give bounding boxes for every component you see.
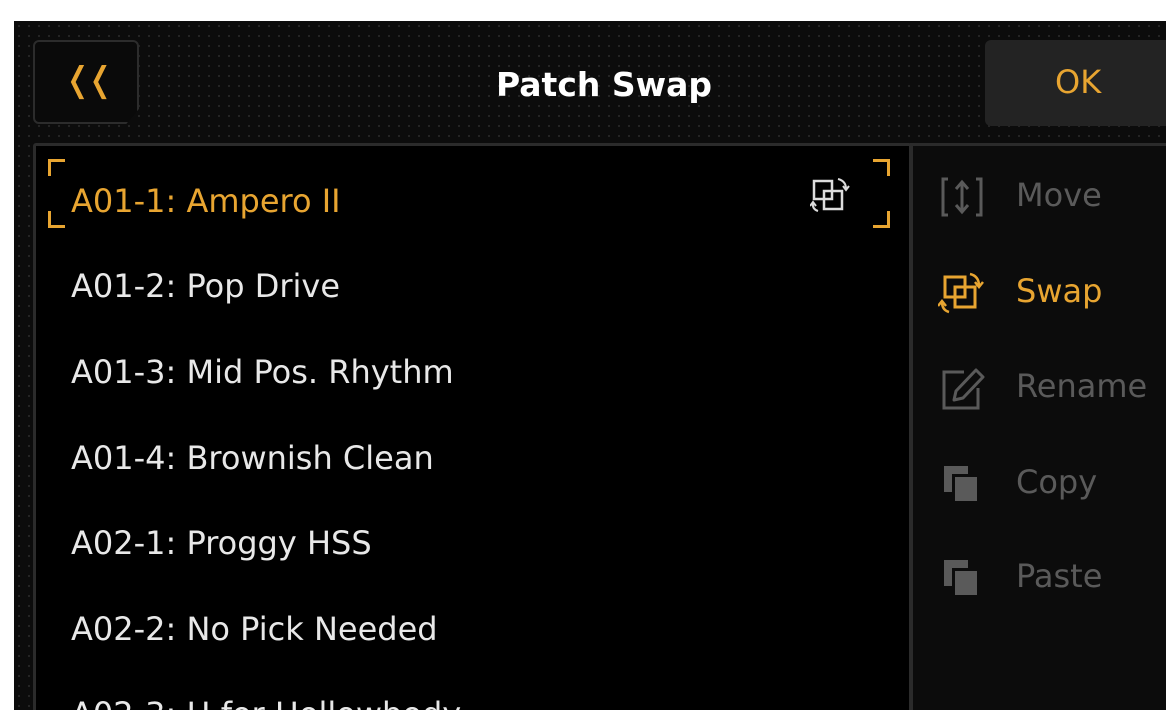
swap-action[interactable]: Swap — [934, 261, 1166, 321]
rename-label: Rename — [1016, 367, 1148, 405]
list-item[interactable]: A01-2: Pop Drive — [71, 258, 340, 314]
selection-corner-bottom-right — [873, 211, 890, 228]
ok-button-label: OK — [1055, 63, 1102, 101]
rename-action[interactable]: Rename — [934, 356, 1166, 416]
ok-button[interactable]: OK — [985, 40, 1166, 126]
paste-icon — [944, 560, 978, 596]
list-item[interactable]: A02-1: Proggy HSS — [71, 515, 372, 571]
page-title: Patch Swap — [495, 65, 713, 104]
double-chevron-left-icon: ❬❬ — [63, 60, 115, 100]
list-item[interactable]: A02-3: H for Hollowbody — [71, 686, 461, 710]
paste-action[interactable]: Paste — [934, 546, 1166, 606]
paste-label: Paste — [1016, 557, 1103, 595]
list-item[interactable]: A02-2: No Pick Needed — [71, 601, 438, 657]
swap-marker-icon — [810, 178, 850, 212]
swap-label: Swap — [1016, 272, 1103, 310]
selection-corner-top-left — [48, 159, 65, 176]
patch-swap-screen: ❬❬ Patch Swap OK A01-1: Ampero II A01-2:… — [14, 21, 1166, 710]
list-item[interactable]: A01-1: Ampero II — [71, 173, 341, 229]
list-item[interactable]: A01-4: Brownish Clean — [71, 430, 434, 486]
move-icon — [941, 177, 983, 217]
action-panel — [910, 143, 1166, 710]
selection-corner-top-right — [873, 159, 890, 176]
list-item[interactable]: A01-3: Mid Pos. Rhythm — [71, 344, 454, 400]
back-button[interactable]: ❬❬ — [33, 40, 139, 124]
move-label: Move — [1016, 176, 1102, 214]
copy-label: Copy — [1016, 463, 1098, 501]
selection-corner-bottom-left — [48, 211, 65, 228]
swap-icon — [938, 272, 984, 314]
copy-icon — [944, 466, 978, 502]
copy-action[interactable]: Copy — [934, 452, 1166, 512]
move-action[interactable]: Move — [934, 165, 1166, 225]
pencil-icon — [942, 368, 985, 410]
